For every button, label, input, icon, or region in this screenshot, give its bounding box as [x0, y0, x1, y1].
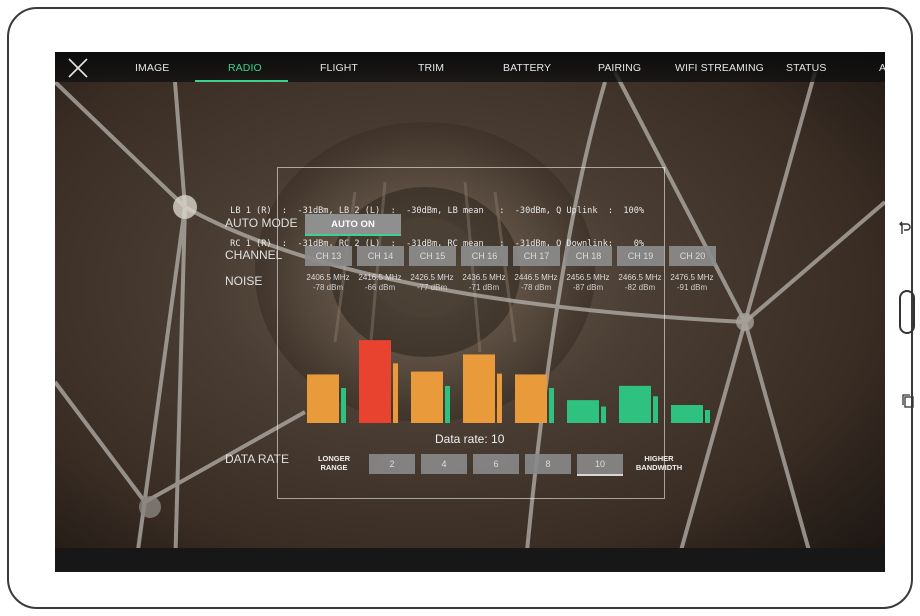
noise-readout: 2466.5 MHz -82 dBm — [614, 273, 666, 293]
channel-frequency: 2406.5 MHz — [306, 273, 350, 282]
channel-button-20[interactable]: CH 20 — [669, 246, 716, 266]
app-screen: IMAGE RADIO FLIGHT TRIM BATTERY PAIRING … — [55, 52, 885, 572]
noise-readout: 2426.5 MHz -77 dBm — [406, 273, 458, 293]
data-rate-option-8[interactable]: 8 — [525, 454, 571, 474]
channel-button-18[interactable]: CH 18 — [565, 246, 612, 266]
channel-button-16[interactable]: CH 16 — [461, 246, 508, 266]
noise-readout: 2436.5 MHz -71 dBm — [458, 273, 510, 293]
tab-wifi-streaming[interactable]: WIFI STREAMING — [675, 62, 764, 74]
data-rate-option-10[interactable]: 10 — [577, 454, 623, 476]
data-rate-option-6[interactable]: 6 — [473, 454, 519, 474]
tab-flight[interactable]: FLIGHT — [320, 62, 358, 74]
back-icon[interactable] — [898, 220, 912, 236]
auto-mode-button[interactable]: AUTO ON — [305, 214, 401, 236]
data-rate-option-4[interactable]: 4 — [421, 454, 467, 474]
recent-apps-icon[interactable] — [902, 394, 914, 408]
channel-noise-dbm: -78 dBm — [520, 283, 552, 292]
channel-frequency: 2426.5 MHz — [410, 273, 454, 282]
active-tab-indicator — [195, 80, 288, 82]
auto-mode-label: AUTO MODE — [225, 216, 298, 230]
channel-frequency: 2456.5 MHz — [566, 273, 610, 282]
channel-noise-dbm: -82 dBm — [624, 283, 656, 292]
noise-readout: 2456.5 MHz -87 dBm — [562, 273, 614, 293]
tab-radio[interactable]: RADIO — [228, 62, 262, 74]
noise-readout: 2476.5 MHz -91 dBm — [666, 273, 718, 293]
tab-trim[interactable]: TRIM — [418, 62, 444, 74]
noise-readout: 2446.5 MHz -78 dBm — [510, 273, 562, 293]
tab-image[interactable]: IMAGE — [135, 62, 169, 74]
noise-label: NOISE — [225, 274, 263, 288]
channel-button-15[interactable]: CH 15 — [409, 246, 456, 266]
longer-range-label: LONGER RANGE — [317, 454, 351, 472]
noise-readout: 2416.5 MHz -66 dBm — [354, 273, 406, 293]
tab-pairing[interactable]: PAIRING — [598, 62, 641, 74]
channel-button-14[interactable]: CH 14 — [357, 246, 404, 266]
higher-bandwidth-label: HIGHER BANDWIDTH — [635, 454, 683, 472]
tab-battery[interactable]: BATTERY — [503, 62, 551, 74]
channel-noise-dbm: -71 dBm — [468, 283, 500, 292]
channel-frequency: 2436.5 MHz — [462, 273, 506, 282]
bottom-bar — [55, 548, 885, 572]
tab-overflow[interactable]: A — [879, 62, 885, 74]
channel-button-19[interactable]: CH 19 — [617, 246, 664, 266]
data-rate-option-2[interactable]: 2 — [369, 454, 415, 474]
channel-button-17[interactable]: CH 17 — [513, 246, 560, 266]
channel-button-13[interactable]: CH 13 — [305, 246, 352, 266]
channel-frequency: 2476.5 MHz — [670, 273, 714, 282]
channel-frequency: 2416.5 MHz — [358, 273, 402, 282]
channel-noise-dbm: -87 dBm — [572, 283, 604, 292]
channel-label: CHANNEL — [225, 248, 283, 262]
channel-noise-dbm: -66 dBm — [364, 283, 396, 292]
close-icon[interactable] — [67, 57, 89, 79]
tab-status[interactable]: STATUS — [786, 62, 826, 74]
channel-frequency: 2446.5 MHz — [514, 273, 558, 282]
noise-readout: 2406.5 MHz -78 dBm — [302, 273, 354, 293]
top-nav: IMAGE RADIO FLIGHT TRIM BATTERY PAIRING … — [55, 52, 885, 82]
data-rate-label: DATA RATE — [225, 452, 290, 466]
channel-noise-dbm: -91 dBm — [676, 283, 708, 292]
channel-frequency: 2466.5 MHz — [618, 273, 662, 282]
channel-noise-dbm: -78 dBm — [312, 283, 344, 292]
home-button[interactable] — [899, 290, 915, 334]
data-rate-title: Data rate: 10 — [435, 432, 505, 446]
channel-noise-dbm: -77 dBm — [416, 283, 448, 292]
